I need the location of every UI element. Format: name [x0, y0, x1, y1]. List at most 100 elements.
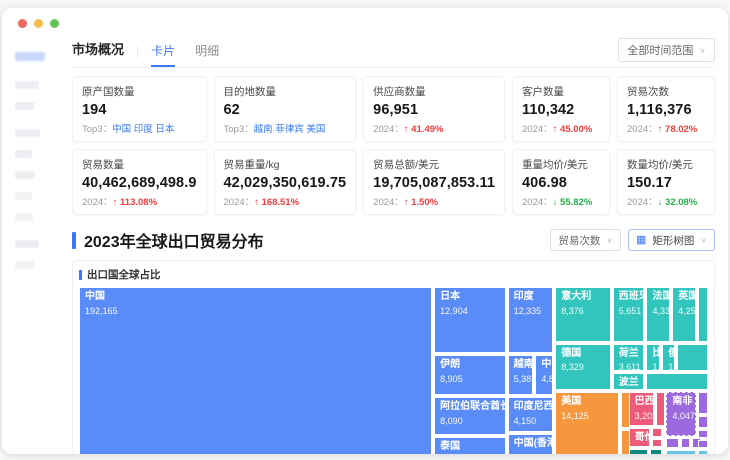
kpi-trend-up: ↑ 78.02%	[657, 124, 698, 135]
treemap-node-越南[interactable]: 越南 5,387	[507, 355, 534, 395]
time-range-select[interactable]: 全部时间范围 ∨	[618, 38, 715, 62]
close-window-button[interactable]	[18, 18, 27, 28]
kpi-footer: Top3：中国 印度 日本	[82, 121, 197, 135]
treemap-node-俄...[interactable]: 俄...1,..	[662, 343, 676, 371]
treemap-node-中国[interactable]: 中国 192,165	[79, 287, 433, 454]
kpi-value: 406.98	[522, 175, 567, 191]
chart-type-select[interactable]: ▦ 矩形树图 ∨	[628, 229, 715, 251]
treemap-node-意大利[interactable]: 意大利 8,376	[555, 287, 611, 342]
sidebar-placeholder-item[interactable]	[15, 213, 33, 221]
treemap-node-印度[interactable]: 印度 12,335	[507, 287, 554, 353]
treemap-node-small[interactable]	[698, 430, 708, 438]
treemap-node-荷兰[interactable]: 荷兰 3,611	[612, 343, 645, 371]
treemap-node-value: 192,165	[85, 305, 118, 316]
kpi-top3-links[interactable]: 越南 菲律宾 美国	[254, 124, 326, 135]
treemap-node-small[interactable]	[698, 287, 708, 342]
kpi-trend-down: ↓ 55.82%	[552, 197, 593, 208]
treemap-node-small[interactable]	[652, 428, 663, 437]
treemap-node-阿拉伯联合酋长国[interactable]: 阿拉伯联合酋长国 8,090	[434, 397, 506, 435]
treemap-node-英国[interactable]: 英国 4,252	[672, 287, 697, 342]
sidebar-placeholder-item[interactable]	[15, 240, 39, 248]
treemap-node-label: 哥伦...	[634, 432, 650, 443]
treemap-node-small[interactable]	[666, 437, 680, 448]
treemap-node-比...[interactable]: 比...1,9..	[646, 343, 661, 371]
kpi-value: 19,705,087,853.11	[373, 175, 496, 191]
sidebar-placeholder-item[interactable]	[15, 171, 35, 179]
treemap-node-哥伦...[interactable]: 哥伦...	[628, 428, 651, 447]
treemap-node-伊朗[interactable]: 伊朗 8,905	[434, 355, 506, 395]
treemap-node-small[interactable]	[698, 416, 708, 428]
kpi-footer: 2024：↓ 55.82%	[522, 194, 600, 208]
treemap-node-value: 1,..	[668, 362, 676, 371]
kpi-trend-up: ↑ 45.00%	[552, 124, 593, 135]
sidebar	[2, 38, 64, 454]
kpi-footer: 2024：↓ 32.08%	[627, 194, 705, 208]
treemap-node-value: 4,252	[678, 305, 696, 316]
section-accent-bar	[72, 231, 76, 249]
treemap-node-small[interactable]	[666, 449, 697, 454]
treemap-node-中国(香港)[interactable]: 中国(香港) 4,116	[507, 434, 554, 454]
treemap-node-日本[interactable]: 日本 12,904	[434, 287, 506, 353]
treemap-node-small[interactable]	[628, 449, 649, 454]
kpi-card: 供应商数量 96,951 2024：↑ 41.49%	[363, 76, 506, 142]
treemap-node-label: 泰国	[440, 441, 461, 452]
metric-select[interactable]: 贸易次数 ∨	[550, 229, 621, 251]
treemap-node-印度尼西亚[interactable]: 印度尼西亚 4,150	[507, 397, 554, 432]
chevron-down-icon: ∨	[700, 235, 707, 244]
treemap-node-label: 法国	[652, 291, 669, 302]
treemap-node-label: 伊朗	[440, 359, 461, 370]
kpi-top3-links[interactable]: 中国 印度 日本	[112, 124, 174, 135]
kpi-label: 重量均价/美元	[522, 159, 588, 171]
kpi-label: 贸易重量/kg	[223, 159, 280, 171]
sidebar-placeholder-item[interactable]	[15, 192, 32, 200]
tab-cards[interactable]: 卡片	[151, 42, 176, 67]
sidebar-logo	[15, 52, 45, 61]
sidebar-placeholder-item[interactable]	[15, 102, 34, 110]
treemap-node-small[interactable]	[677, 343, 708, 371]
kpi-footer-prefix: 2024：	[82, 197, 113, 208]
window-titlebar	[2, 8, 728, 38]
sidebar-placeholder-item[interactable]	[15, 150, 32, 158]
treemap-node-泰国[interactable]: 泰国5,906	[434, 437, 506, 454]
kpi-footer-prefix: 2024：	[522, 197, 553, 208]
kpi-card: 目的地数量 62 Top3：越南 菲律宾 美国	[213, 76, 357, 142]
treemap-node-small[interactable]	[698, 440, 708, 448]
treemap-grid-icon: ▦	[636, 233, 647, 246]
kpi-label: 数量均价/美元	[627, 159, 693, 171]
treemap-node-small[interactable]	[646, 373, 708, 390]
kpi-trend-up: ↑ 113.08%	[112, 197, 158, 208]
treemap-node-small[interactable]	[698, 449, 708, 454]
kpi-footer: 2024：↑ 41.49%	[373, 121, 495, 135]
treemap-node-small[interactable]	[681, 437, 691, 448]
treemap-node-value: 8,376	[561, 305, 584, 316]
treemap-node-波兰[interactable]: 波兰	[612, 373, 645, 390]
minimize-window-button[interactable]	[34, 18, 43, 28]
kpi-card: 贸易数量 40,462,689,498.9 2024：↑ 113.08%	[72, 149, 207, 215]
kpi-label: 原产国数量	[82, 86, 135, 98]
treemap-node-small[interactable]	[698, 392, 708, 414]
tab-details[interactable]: 明细	[195, 42, 219, 67]
sidebar-placeholder-item[interactable]	[15, 81, 39, 89]
sidebar-placeholder-item[interactable]	[15, 129, 40, 137]
treemap-node-small[interactable]	[652, 439, 663, 447]
treemap-node-label: 德国	[561, 347, 582, 359]
zoom-window-button[interactable]	[50, 18, 59, 28]
sidebar-placeholder-item[interactable]	[15, 261, 34, 269]
treemap-node-label: 印度	[513, 291, 534, 302]
treemap-node-中国...[interactable]: 中国... 4,895	[535, 355, 554, 395]
app-window: 市场概况 | 卡片 明细 全部时间范围 ∨ 原产国数量 194 Top3：中国 印度…	[2, 8, 728, 454]
treemap-node-西班牙[interactable]: 西班牙 5,651	[612, 287, 645, 342]
chevron-down-icon: ∨	[699, 45, 706, 54]
treemap-node-美国[interactable]: 美国 14,125	[555, 392, 619, 454]
treemap-node-德国[interactable]: 德国 8,329	[555, 343, 611, 390]
page-title: 市场概况	[72, 42, 125, 57]
treemap-node-small[interactable]	[650, 449, 663, 454]
treemap-node-small[interactable]	[656, 392, 666, 426]
treemap-node-巴西[interactable]: 巴西 3,202	[628, 392, 655, 426]
kpi-footer-prefix: 2024：	[627, 124, 658, 135]
kpi-trend-up: ↑ 1.50%	[403, 197, 439, 208]
treemap-node-法国[interactable]: 法国 4,330	[646, 287, 671, 342]
treemap-node-label: 中国	[85, 291, 105, 302]
treemap-node-label: 阿拉伯联合酋长国	[440, 401, 504, 412]
treemap-node-南非[interactable]: 南非 4,047	[666, 392, 697, 436]
